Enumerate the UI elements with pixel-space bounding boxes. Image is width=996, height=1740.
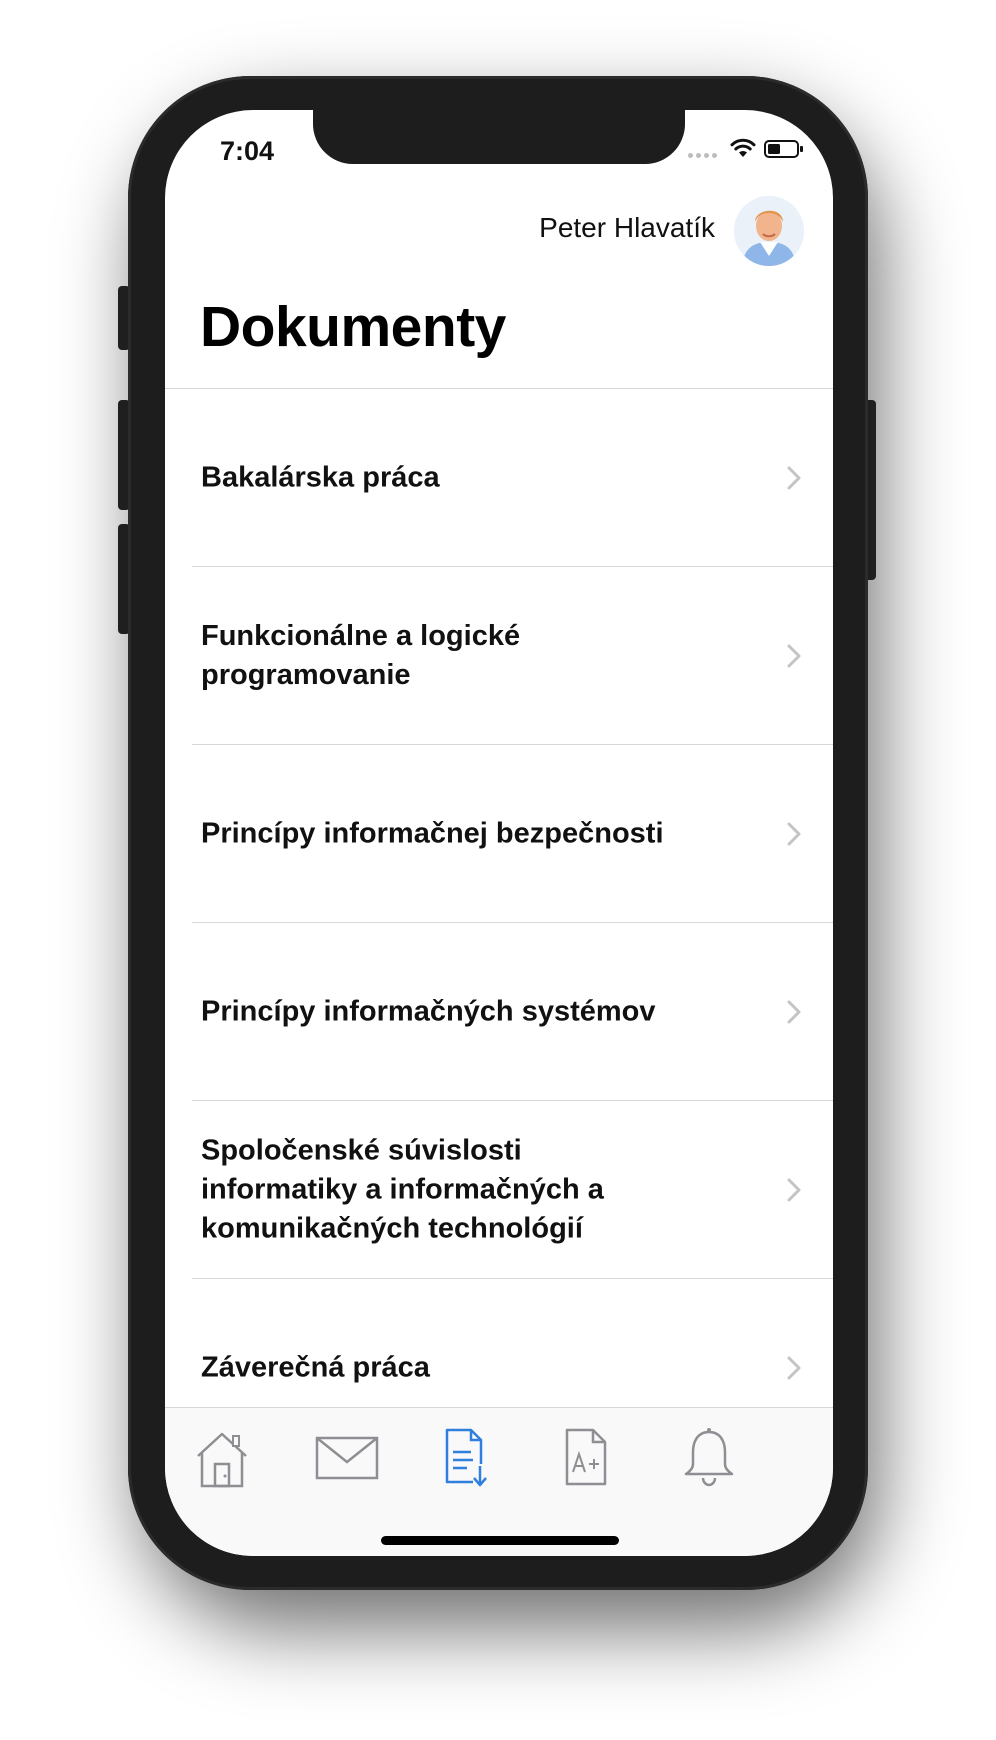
- chevron-right-icon: [787, 644, 801, 668]
- notch: [313, 110, 685, 164]
- list-item-label: Funkcionálne a logické programovanie: [201, 620, 521, 691]
- list-item[interactable]: Bakalárska práca: [165, 389, 833, 567]
- avatar[interactable]: [734, 196, 804, 266]
- chevron-right-icon: [787, 466, 801, 490]
- list-item-label: Spoločenské súvislosti informatiky a inf…: [201, 1134, 604, 1245]
- status-time: 7:04: [220, 136, 275, 166]
- tab-home[interactable]: [187, 1424, 257, 1490]
- bell-icon: [684, 1428, 734, 1487]
- list-item[interactable]: Princípy informačnej bezpečnosti: [165, 745, 833, 923]
- document-list: Bakalárska práca Funkcionálne a logické …: [165, 389, 833, 1518]
- wifi-icon: [730, 138, 756, 157]
- list-item[interactable]: Funkcionálne a logické programovanie: [165, 567, 833, 745]
- tab-bar: [165, 1407, 833, 1556]
- mail-icon: [315, 1436, 379, 1480]
- tab-notifications[interactable]: [674, 1424, 744, 1490]
- list-item[interactable]: Spoločenské súvislosti informatiky a inf…: [165, 1101, 833, 1279]
- grade-document-icon: [565, 1428, 607, 1486]
- signal-icon: [688, 153, 718, 161]
- chevron-right-icon: [787, 822, 801, 846]
- tab-documents[interactable]: [429, 1424, 499, 1490]
- list-item-label: Záverečná práca: [201, 1351, 430, 1384]
- chevron-right-icon: [787, 1178, 801, 1202]
- list-item-label: Bakalárska práca: [201, 461, 440, 494]
- app-screen: 7:04 Peter Hlavatík Dokumenty Bakalárska…: [165, 110, 833, 1556]
- document-download-icon: [445, 1428, 487, 1487]
- tab-grades[interactable]: [553, 1424, 623, 1490]
- list-item-label: Princípy informačnej bezpečnosti: [201, 817, 664, 850]
- chevron-right-icon: [787, 1000, 801, 1024]
- user-name[interactable]: Peter Hlavatík: [505, 212, 715, 244]
- battery-icon: [764, 140, 803, 158]
- chevron-right-icon: [787, 1356, 801, 1380]
- home-icon: [197, 1432, 247, 1488]
- tab-mail[interactable]: [312, 1424, 382, 1490]
- avatar-image: [734, 196, 804, 266]
- list-item[interactable]: Princípy informačných systémov: [165, 923, 833, 1101]
- list-item-label: Princípy informačných systémov: [201, 995, 656, 1028]
- page-title: Dokumenty: [200, 295, 506, 359]
- home-indicator[interactable]: [381, 1536, 619, 1545]
